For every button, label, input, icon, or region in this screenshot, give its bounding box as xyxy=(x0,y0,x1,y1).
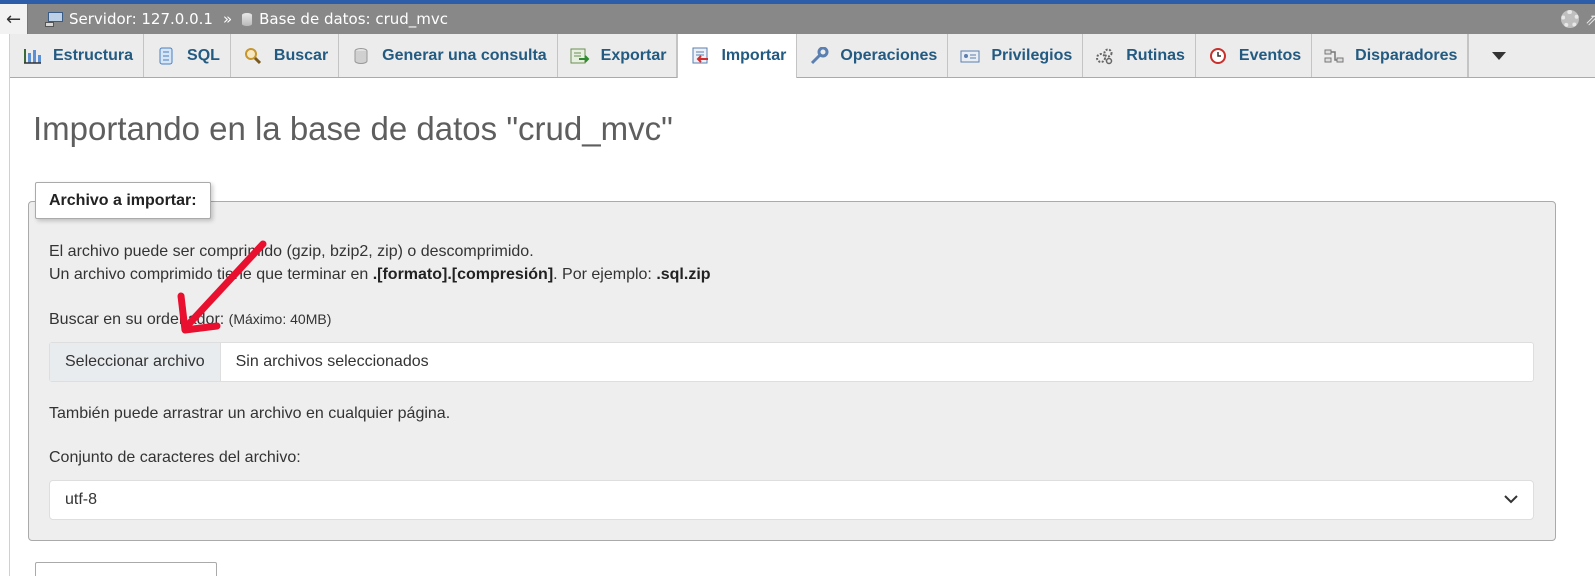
breadcrumb-server[interactable]: Servidor: 127.0.0.1 xyxy=(69,10,213,28)
tab-generar-consulta[interactable]: Generar una consulta xyxy=(339,34,558,77)
compression-example: .sql.zip xyxy=(656,266,711,283)
tab-label: Privilegios xyxy=(991,46,1073,64)
next-fieldset-legend xyxy=(35,562,217,576)
tab-sql[interactable]: SQL xyxy=(144,34,231,77)
browse-label: Buscar en su ordenador: xyxy=(49,311,225,328)
tab-label: Exportar xyxy=(600,46,667,64)
chevron-down-icon xyxy=(1503,491,1519,509)
database-icon xyxy=(351,47,371,65)
tab-rutinas[interactable]: Rutinas xyxy=(1083,34,1196,77)
tab-label: Eventos xyxy=(1238,46,1302,64)
clock-icon xyxy=(1208,47,1228,65)
chevron-down-icon xyxy=(1491,51,1506,60)
tab-eventos[interactable]: Eventos xyxy=(1196,34,1313,77)
charset-select[interactable]: utf-8 xyxy=(49,480,1534,520)
drag-hint: También puede arrastrar un archivo en cu… xyxy=(49,405,451,422)
tab-label: SQL xyxy=(187,46,220,64)
tab-label: Estructura xyxy=(53,46,134,64)
file-input[interactable]: Seleccionar archivo Sin archivos selecci… xyxy=(49,342,1534,382)
breadcrumb-separator: » xyxy=(222,10,233,28)
tab-label: Disparadores xyxy=(1355,46,1458,64)
sql-icon xyxy=(156,47,176,65)
compression-format: .[formato].[compresión] xyxy=(372,266,554,283)
tab-label: Buscar xyxy=(273,46,329,64)
compression-example-text: . Por ejemplo: xyxy=(553,266,657,283)
max-size-note: (Máximo: 40MB) xyxy=(228,311,332,327)
breadcrumb-database[interactable]: Base de datos: crud_mvc xyxy=(241,10,448,28)
breadcrumb-database-label[interactable]: Base de datos: crud_mvc xyxy=(259,10,448,28)
tab-label: Rutinas xyxy=(1126,46,1185,64)
tab-estructura[interactable]: Estructura xyxy=(10,34,145,77)
tab-importar[interactable]: Importar xyxy=(677,34,798,78)
tab-operaciones[interactable]: Operaciones xyxy=(797,34,949,77)
compression-info-line2: Un archivo comprimido tiene que terminar… xyxy=(49,266,711,284)
tab-label: Generar una consulta xyxy=(382,46,547,64)
search-icon xyxy=(243,47,263,65)
export-icon xyxy=(570,47,590,65)
select-file-button[interactable]: Seleccionar archivo xyxy=(50,343,221,381)
import-icon xyxy=(690,47,710,65)
charset-selected-value: utf-8 xyxy=(65,491,98,508)
tab-exportar[interactable]: Exportar xyxy=(558,34,678,77)
collapse-navigation-button[interactable]: ← xyxy=(0,4,28,34)
expand-icon[interactable]: ⇗ xyxy=(1585,10,1595,28)
privileges-icon xyxy=(960,47,980,65)
structure-icon xyxy=(22,47,42,65)
wrench-icon xyxy=(809,46,829,65)
main-tab-bar: Estructura SQL Buscar Generar una consul… xyxy=(10,34,1595,78)
breadcrumb-tools: ⇗ xyxy=(1561,4,1595,34)
triggers-icon xyxy=(1324,47,1344,65)
breadcrumb-server-label[interactable]: Servidor: 127.0.0.1 xyxy=(69,10,213,28)
more-tabs-dropdown[interactable] xyxy=(1468,34,1528,77)
tab-label: Operaciones xyxy=(840,46,938,64)
compression-info-text: Un archivo comprimido tiene que terminar… xyxy=(49,266,373,283)
tab-disparadores[interactable]: Disparadores xyxy=(1312,34,1469,77)
charset-label: Conjunto de caracteres del archivo: xyxy=(49,449,301,466)
page-title: Importando en la base de datos "crud_mvc… xyxy=(33,110,673,147)
tab-label: Importar xyxy=(721,47,787,64)
tab-privilegios[interactable]: Privilegios xyxy=(948,34,1084,77)
settings-gear-icon[interactable] xyxy=(1561,10,1579,28)
breadcrumb-bar: ← Servidor: 127.0.0.1 » Base de datos: c… xyxy=(0,4,1595,34)
tab-buscar[interactable]: Buscar xyxy=(231,34,340,77)
server-icon xyxy=(45,12,64,27)
file-status: Sin archivos seleccionados xyxy=(235,353,429,370)
browse-label-row: Buscar en su ordenador: (Máximo: 40MB) xyxy=(49,311,331,329)
compression-info-line1: El archivo puede ser comprimido (gzip, b… xyxy=(49,243,534,260)
import-file-legend: Archivo a importar: xyxy=(35,182,211,219)
left-panel-edge xyxy=(0,34,10,576)
routines-icon xyxy=(1095,47,1115,65)
database-icon xyxy=(241,11,254,27)
